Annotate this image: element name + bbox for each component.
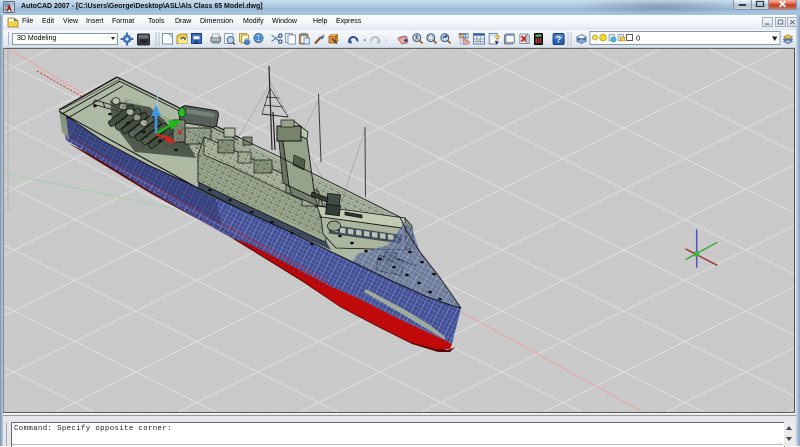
svg-text:?: ? bbox=[556, 35, 562, 45]
svg-text:0: 0 bbox=[636, 34, 640, 43]
